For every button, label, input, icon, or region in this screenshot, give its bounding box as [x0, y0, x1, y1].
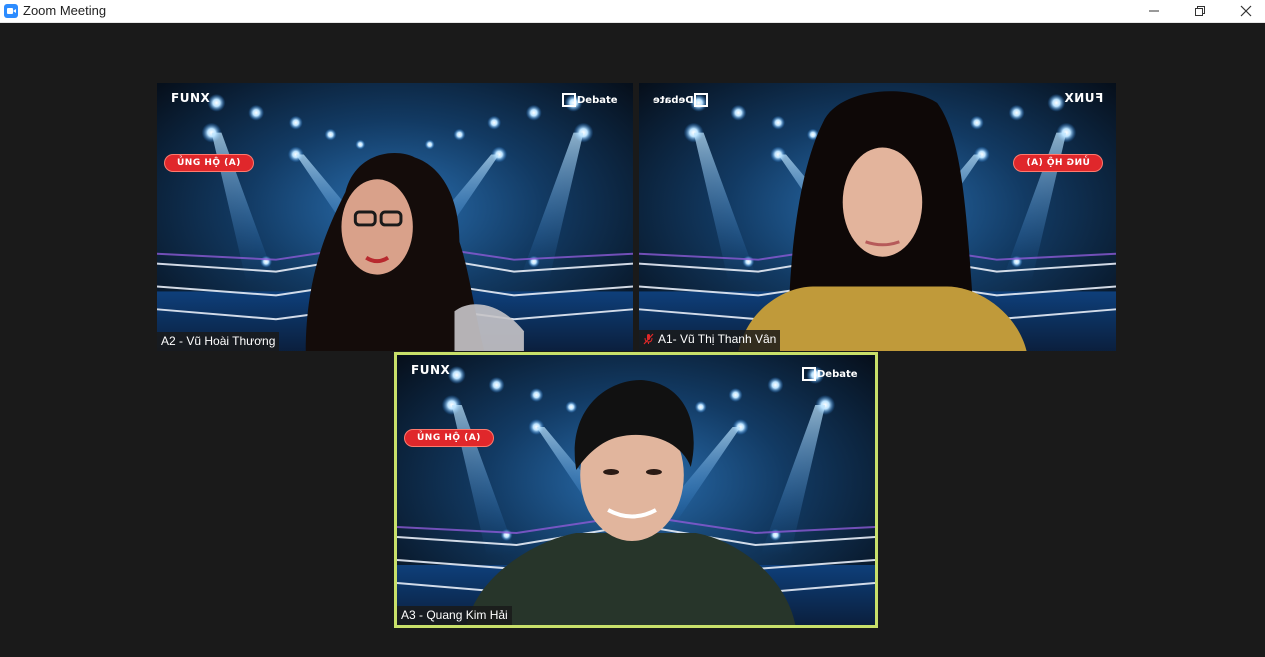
title-bar: Zoom Meeting: [0, 0, 1265, 23]
participant-name-label: A2 - Vũ Hoài Thương: [157, 332, 280, 351]
funx-logo: FUNX: [411, 363, 451, 377]
minimize-button[interactable]: [1131, 0, 1177, 22]
zoom-app-icon: [4, 4, 18, 18]
funx-logo: FUNX: [171, 91, 211, 105]
muted-mic-icon: [643, 333, 654, 348]
support-badge: ỦNG HỘ (A): [1014, 155, 1102, 171]
virtual-background: [639, 83, 1116, 351]
debate-logo: Debate: [653, 93, 709, 107]
debate-logo: Debate: [562, 93, 618, 107]
video-tile-a1[interactable]: FUNX Debate ỦNG HỘ (A) A1- Vũ Thị Thanh …: [639, 83, 1116, 351]
debate-logo: Debate: [802, 367, 858, 381]
participant-name-label: A3 - Quang Kim Hải: [397, 606, 512, 625]
video-tile-a3-active-speaker[interactable]: FUNX Debate ỦNG HỘ (A) A3 - Quang Kim Hả…: [394, 352, 878, 628]
close-button[interactable]: [1223, 0, 1265, 22]
support-badge: ỦNG HỘ (A): [165, 155, 253, 171]
close-icon: [1240, 5, 1252, 17]
window-title: Zoom Meeting: [23, 3, 107, 18]
restore-button[interactable]: [1177, 0, 1223, 22]
virtual-background: [397, 355, 875, 625]
video-tile-a2[interactable]: FUNX Debate ỦNG HỘ (A) A2 - Vũ Hoài Thươ…: [157, 83, 633, 351]
support-badge: ỦNG HỘ (A): [405, 430, 493, 446]
restore-icon: [1195, 6, 1205, 16]
virtual-background: [157, 83, 633, 351]
participant-name-label: A1- Vũ Thị Thanh Vân: [639, 330, 781, 351]
funx-logo: FUNX: [1064, 91, 1104, 105]
minimize-icon: [1149, 10, 1159, 12]
